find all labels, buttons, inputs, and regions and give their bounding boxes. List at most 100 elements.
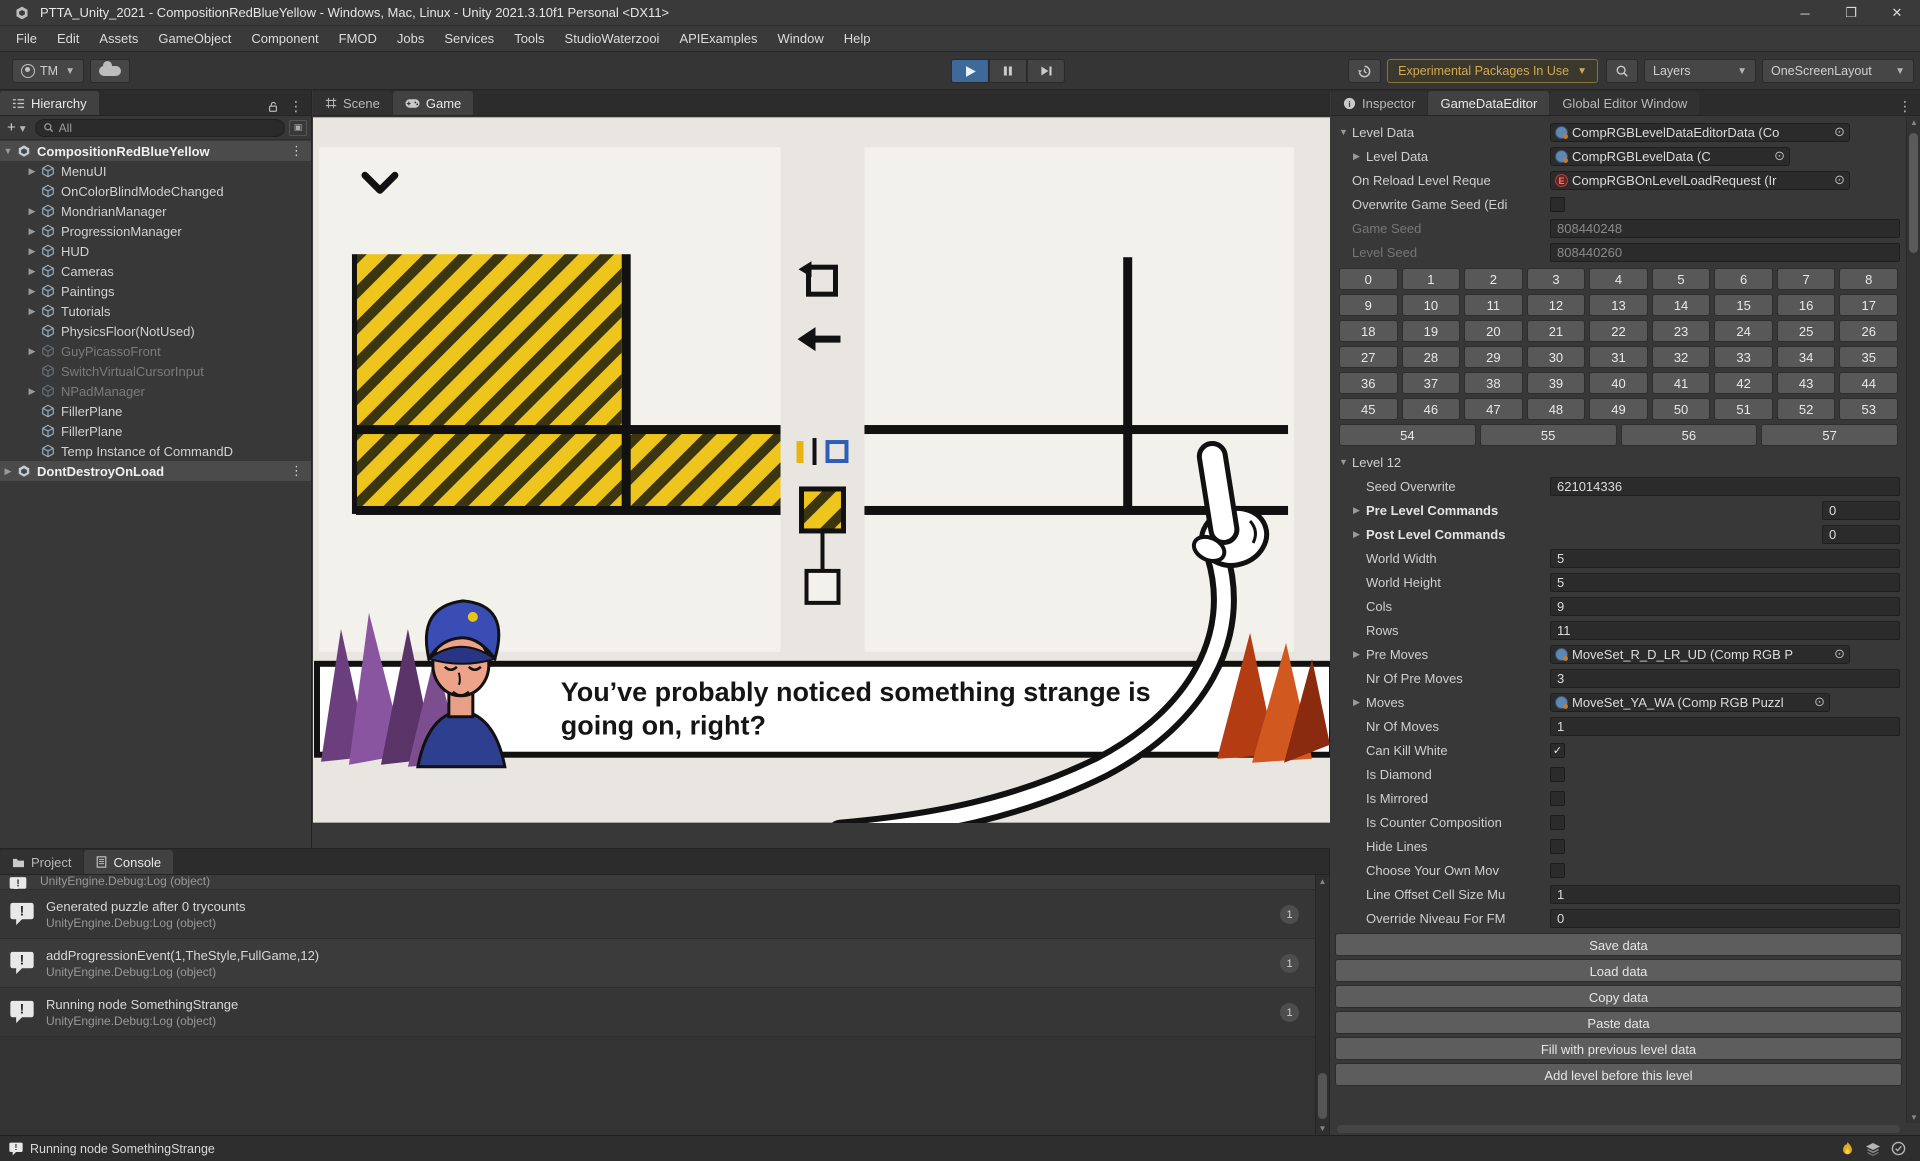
value-field[interactable]: 9 bbox=[1550, 596, 1900, 616]
tab-inspector[interactable]: i Inspector bbox=[1331, 91, 1428, 115]
account-dropdown[interactable]: TM ▼ bbox=[12, 59, 84, 83]
create-object-button[interactable]: + ▼ bbox=[4, 119, 31, 136]
level-select-button[interactable]: 2 bbox=[1464, 268, 1523, 290]
object-field[interactable]: MoveSet_R_D_LR_UD (Comp RGB P ⊙ bbox=[1550, 644, 1850, 664]
tab-console[interactable]: Console bbox=[84, 850, 174, 874]
foldout-arrow-icon[interactable]: ▶ bbox=[1353, 151, 1366, 162]
level-select-button[interactable]: 25 bbox=[1776, 320, 1836, 342]
inspector-vertical-scrollbar[interactable]: ▲ ▼ bbox=[1906, 117, 1920, 1123]
level-select-button[interactable]: 24 bbox=[1714, 320, 1773, 342]
hierarchy-item-row[interactable]: ▶ MenuUI bbox=[0, 161, 311, 181]
level-select-button[interactable]: 5 bbox=[1651, 268, 1711, 290]
level-select-button[interactable]: 1 bbox=[1401, 268, 1461, 290]
play-button[interactable] bbox=[950, 59, 989, 83]
action-button-load-data[interactable]: Load data bbox=[1335, 959, 1902, 982]
level-select-button[interactable]: 14 bbox=[1651, 294, 1711, 316]
hierarchy-item-row[interactable]: ▶ Cameras bbox=[0, 261, 311, 281]
level-select-button[interactable]: 51 bbox=[1714, 398, 1773, 420]
level-select-button[interactable]: 10 bbox=[1401, 294, 1461, 316]
level-select-button[interactable]: 6 bbox=[1714, 268, 1773, 290]
undo-history-button[interactable] bbox=[1348, 59, 1382, 83]
row-menu-icon[interactable]: ⋮ bbox=[290, 463, 311, 479]
value-field[interactable]: 5 bbox=[1550, 548, 1900, 568]
object-picker-icon[interactable]: ⊙ bbox=[1828, 124, 1845, 140]
status-bar[interactable]: ! Running node SomethingStrange bbox=[0, 1135, 1920, 1161]
level-select-button[interactable]: 42 bbox=[1714, 372, 1773, 394]
foldout-arrow-icon[interactable]: ▶ bbox=[24, 286, 40, 297]
foldout-arrow-icon[interactable]: ▼ bbox=[1339, 127, 1352, 137]
action-button-add-level-before-this-level[interactable]: Add level before this level bbox=[1335, 1063, 1902, 1086]
collab-flame-icon[interactable] bbox=[1840, 1141, 1855, 1157]
level-select-button[interactable]: 39 bbox=[1526, 372, 1586, 394]
value-field[interactable]: 3 bbox=[1550, 668, 1900, 688]
console-scrollbar[interactable]: ▲ ▼ bbox=[1315, 875, 1329, 1135]
array-size-field[interactable]: 0 bbox=[1822, 500, 1900, 520]
level-select-button[interactable]: 12 bbox=[1526, 294, 1586, 316]
hierarchy-item-row[interactable]: ▶ HUD bbox=[0, 241, 311, 261]
level-select-button[interactable]: 50 bbox=[1651, 398, 1711, 420]
level-select-button[interactable]: 21 bbox=[1526, 320, 1586, 342]
level-select-button[interactable]: 40 bbox=[1589, 372, 1648, 394]
menu-apiexamples[interactable]: APIExamples bbox=[669, 26, 767, 52]
hierarchy-item-row[interactable]: ▶ GuyPicassoFront bbox=[0, 341, 311, 361]
level-select-button[interactable]: 56 bbox=[1620, 424, 1758, 446]
object-picker-icon[interactable]: ⊙ bbox=[1828, 646, 1845, 662]
activity-check-icon[interactable] bbox=[1891, 1141, 1906, 1156]
foldout-arrow-icon[interactable]: ▼ bbox=[0, 146, 16, 156]
hierarchy-scene-row[interactable]: ▼ CompositionRedBlueYellow ⋮ bbox=[0, 141, 311, 161]
level-select-button[interactable]: 23 bbox=[1651, 320, 1711, 342]
level-select-button[interactable]: 31 bbox=[1589, 346, 1648, 368]
search-button[interactable] bbox=[1606, 59, 1638, 83]
hierarchy-menu-icon[interactable]: ⋮ bbox=[289, 98, 303, 115]
tab-project[interactable]: Project bbox=[0, 850, 84, 874]
checkbox[interactable] bbox=[1550, 790, 1565, 806]
checkbox[interactable] bbox=[1550, 838, 1565, 854]
tab-game[interactable]: Game bbox=[392, 91, 474, 115]
pause-button[interactable] bbox=[988, 59, 1027, 83]
level-select-button[interactable]: 34 bbox=[1776, 346, 1836, 368]
value-field[interactable]: 1 bbox=[1550, 884, 1900, 904]
layers-dropdown[interactable]: Layers ▼ bbox=[1644, 59, 1756, 83]
level-select-button[interactable]: 29 bbox=[1464, 346, 1523, 368]
level-select-button[interactable]: 33 bbox=[1714, 346, 1773, 368]
value-field[interactable]: 5 bbox=[1550, 572, 1900, 592]
level-select-button[interactable]: 3 bbox=[1526, 268, 1586, 290]
hierarchy-item-row[interactable]: PhysicsFloor(NotUsed) bbox=[0, 321, 311, 341]
level-select-button[interactable]: 44 bbox=[1839, 372, 1898, 394]
menu-jobs[interactable]: Jobs bbox=[387, 26, 434, 52]
foldout-arrow-icon[interactable]: ▼ bbox=[1339, 457, 1352, 467]
console-log-entry[interactable]: ! Running node SomethingStrange UnityEngin… bbox=[0, 988, 1315, 1037]
level-select-button[interactable]: 30 bbox=[1526, 346, 1586, 368]
menu-window[interactable]: Window bbox=[768, 26, 834, 52]
menu-component[interactable]: Component bbox=[241, 26, 328, 52]
level-section-header[interactable]: ▼ Level 12 bbox=[1331, 450, 1906, 474]
level-select-button[interactable]: 36 bbox=[1339, 372, 1398, 394]
hierarchy-item-row[interactable]: OnColorBlindModeChanged bbox=[0, 181, 311, 201]
level-select-button[interactable]: 28 bbox=[1401, 346, 1461, 368]
menu-help[interactable]: Help bbox=[834, 26, 881, 52]
minimize-button[interactable]: ─ bbox=[1782, 0, 1828, 26]
hierarchy-item-row[interactable]: FillerPlane bbox=[0, 421, 311, 441]
level-select-button[interactable]: 0 bbox=[1339, 268, 1398, 290]
menu-services[interactable]: Services bbox=[434, 26, 504, 52]
close-button[interactable]: ✕ bbox=[1874, 0, 1920, 26]
level-select-button[interactable]: 13 bbox=[1589, 294, 1648, 316]
foldout-arrow-icon[interactable]: ▶ bbox=[24, 246, 40, 257]
scene-picker-icon[interactable]: ▣ bbox=[289, 119, 307, 136]
level-select-button[interactable]: 26 bbox=[1839, 320, 1898, 342]
array-size-field[interactable]: 0 bbox=[1822, 524, 1900, 544]
menu-file[interactable]: File bbox=[6, 26, 47, 52]
foldout-arrow-icon[interactable]: ▶ bbox=[0, 466, 16, 477]
hierarchy-item-row[interactable]: ▶ ProgressionManager bbox=[0, 221, 311, 241]
cloud-services-button[interactable] bbox=[89, 59, 130, 83]
action-button-fill-with-previous-level-data[interactable]: Fill with previous level data bbox=[1335, 1037, 1902, 1060]
hierarchy-scene-row[interactable]: ▶ DontDestroyOnLoad ⋮ bbox=[0, 461, 311, 481]
foldout-arrow-icon[interactable]: ▶ bbox=[24, 386, 40, 397]
level-select-button[interactable]: 46 bbox=[1401, 398, 1461, 420]
target-slot[interactable] bbox=[804, 568, 841, 605]
object-picker-icon[interactable]: ⊙ bbox=[1828, 172, 1845, 188]
level-select-button[interactable]: 22 bbox=[1589, 320, 1648, 342]
tab-hierarchy[interactable]: Hierarchy bbox=[0, 91, 99, 115]
level-select-button[interactable]: 15 bbox=[1714, 294, 1773, 316]
level-select-button[interactable]: 8 bbox=[1839, 268, 1898, 290]
